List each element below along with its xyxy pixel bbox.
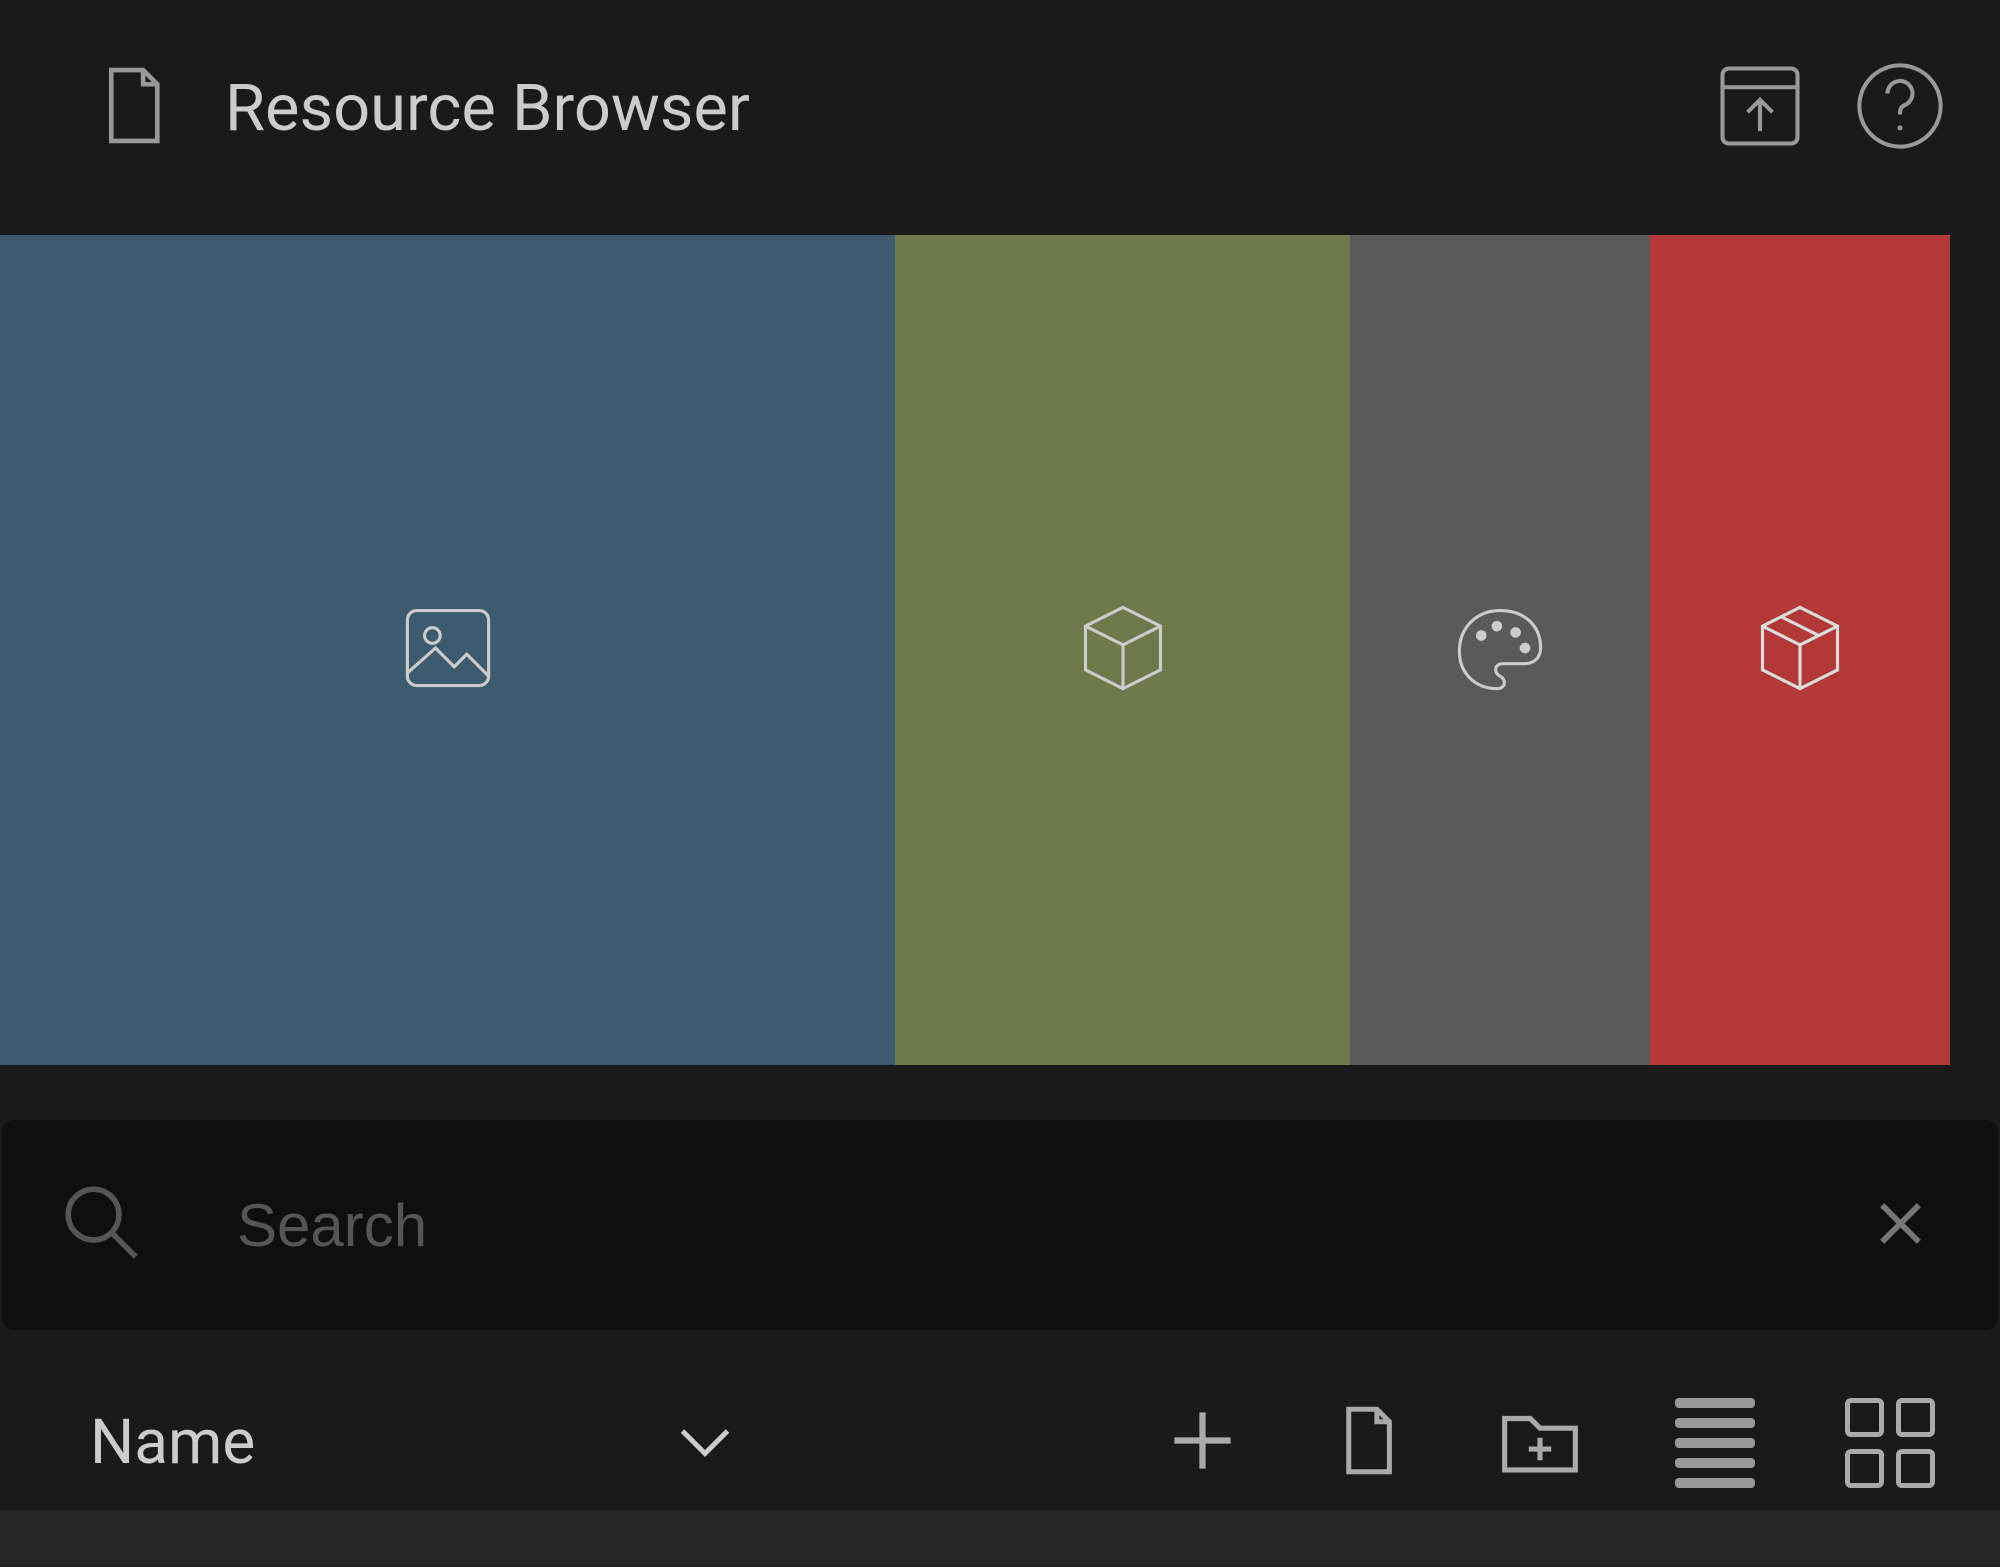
grid-view-button[interactable] [1845, 1398, 1935, 1488]
upload-button[interactable] [1710, 56, 1810, 160]
search-icon [57, 1178, 147, 1272]
cube-icon [1073, 598, 1173, 702]
document-icon [90, 63, 175, 152]
category-material[interactable] [1350, 235, 1650, 1065]
category-strip [0, 235, 2000, 1065]
add-button[interactable] [1165, 1403, 1240, 1482]
help-button[interactable] [1850, 56, 1950, 160]
sort-dropdown[interactable]: Name [90, 1406, 735, 1479]
panel-title: Resource Browser [225, 70, 750, 146]
panel-header: Resource Browser [0, 0, 2000, 235]
category-mesh[interactable] [895, 235, 1350, 1065]
new-folder-button[interactable] [1495, 1396, 1585, 1490]
header-left: Resource Browser [90, 63, 1710, 152]
chevron-down-icon [675, 1421, 735, 1465]
palette-icon [1450, 598, 1550, 702]
toolbar-actions [1165, 1396, 1935, 1490]
content-area [0, 1510, 2000, 1566]
image-icon [398, 598, 498, 702]
clear-search-button[interactable] [1873, 1196, 1928, 1255]
list-view-button[interactable] [1675, 1398, 1755, 1488]
sort-label: Name [90, 1406, 255, 1479]
toolbar: Name [0, 1330, 2000, 1510]
new-file-button[interactable] [1330, 1403, 1405, 1482]
search-bar [2, 1120, 1998, 1330]
header-actions [1710, 56, 1950, 160]
category-package[interactable] [1650, 235, 1950, 1065]
package-icon [1750, 598, 1850, 702]
search-input[interactable] [237, 1191, 1873, 1260]
category-image[interactable] [0, 235, 895, 1065]
